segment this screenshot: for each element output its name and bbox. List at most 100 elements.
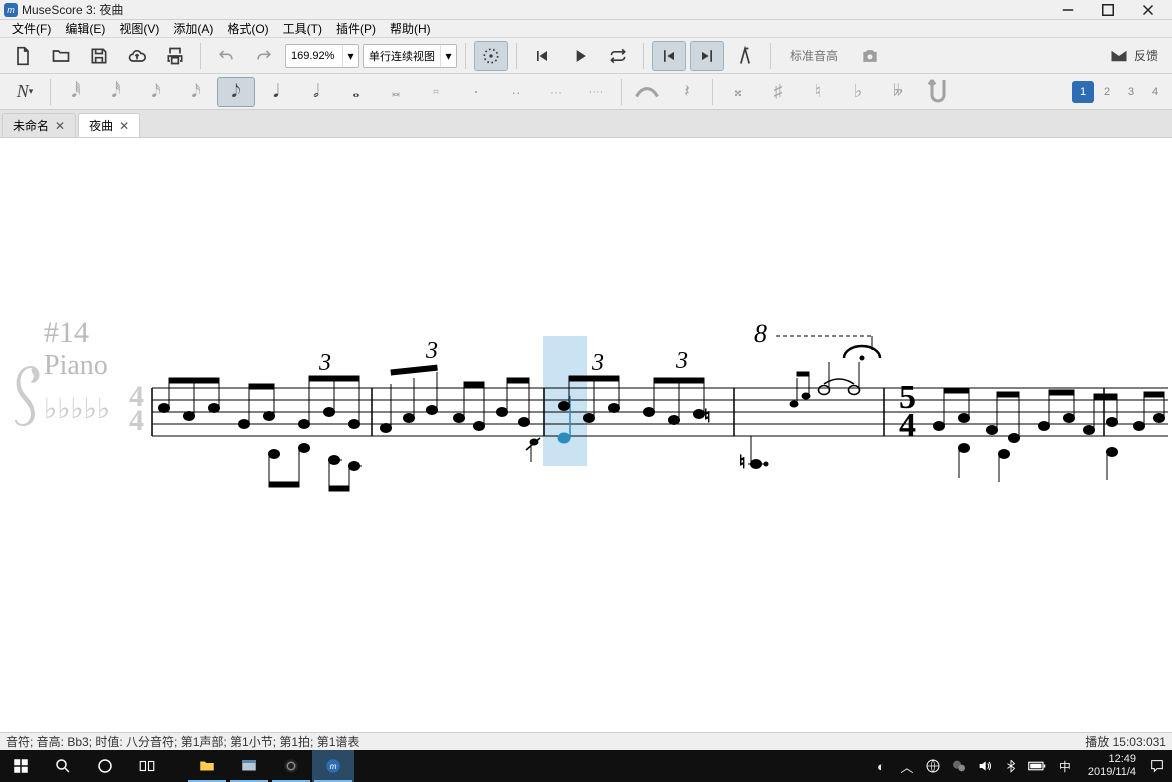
score-view[interactable]: #14 Piano ♭♭♭♭♭ 4 4 3 3 3 3 bbox=[4, 318, 1168, 538]
metronome-button[interactable] bbox=[474, 41, 508, 71]
chevron-down-icon[interactable]: ▾ bbox=[342, 45, 358, 67]
menu-view[interactable]: 视图(V) bbox=[113, 20, 165, 37]
zoom-combo[interactable]: ▾ bbox=[285, 44, 359, 68]
network-icon[interactable] bbox=[922, 750, 944, 782]
tray-chevron-up-icon[interactable]: ︿ bbox=[896, 750, 918, 782]
voice-1-button[interactable]: 1 bbox=[1072, 81, 1094, 103]
chevron-down-icon[interactable]: ▾ bbox=[440, 45, 456, 67]
voice-2-button[interactable]: 2 bbox=[1096, 81, 1118, 103]
duration-half-button[interactable]: 𝅗𝅥 bbox=[297, 77, 335, 107]
close-button[interactable] bbox=[1128, 0, 1168, 20]
rewind-button[interactable] bbox=[525, 41, 559, 71]
play-button[interactable] bbox=[563, 41, 597, 71]
duration-32nd-button[interactable]: 𝅘𝅥𝅰 bbox=[97, 77, 135, 107]
tab-label: 夜曲 bbox=[89, 117, 113, 134]
wechat-tray-icon[interactable] bbox=[948, 750, 970, 782]
flat-button[interactable]: ♭ bbox=[839, 77, 877, 107]
triple-dot-button[interactable]: ··· bbox=[537, 77, 575, 107]
menu-format[interactable]: 格式(O) bbox=[221, 20, 274, 37]
menu-add[interactable]: 添加(A) bbox=[167, 20, 219, 37]
document-tab[interactable]: 夜曲 ✕ bbox=[78, 113, 140, 137]
view-mode-label: 单行连续视图 bbox=[364, 48, 440, 64]
redo-button[interactable] bbox=[247, 41, 281, 71]
concert-pitch-field[interactable] bbox=[779, 44, 849, 68]
start-button[interactable] bbox=[0, 750, 42, 782]
screenshot-button[interactable] bbox=[853, 41, 887, 71]
duration-longa-button[interactable]: 𝆸 bbox=[417, 77, 455, 107]
app-taskbar-icon[interactable] bbox=[228, 750, 270, 782]
taskbar-clock[interactable]: 12:49 2019/11/4 bbox=[1082, 753, 1142, 779]
zoom-input[interactable] bbox=[286, 44, 342, 68]
window-titlebar: m MuseScore 3: 夜曲 bbox=[0, 0, 1172, 20]
duration-8th-button[interactable]: 𝅘𝅥𝅮 bbox=[217, 77, 255, 107]
ime-indicator[interactable]: 中 bbox=[1052, 750, 1078, 782]
voice-3-button[interactable]: 3 bbox=[1120, 81, 1142, 103]
system-tray: ◐ ︿ 中 12:49 2019/11/4 bbox=[866, 750, 1172, 782]
mail-icon bbox=[1110, 47, 1128, 65]
obs-taskbar-icon[interactable] bbox=[270, 750, 312, 782]
svg-text:♮: ♮ bbox=[704, 406, 710, 426]
menu-help[interactable]: 帮助(H) bbox=[384, 20, 437, 37]
loop-button[interactable] bbox=[601, 41, 635, 71]
duration-quarter-button[interactable]: 𝅘𝅥 bbox=[257, 77, 295, 107]
clock-time: 12:49 bbox=[1088, 753, 1136, 766]
close-tab-icon[interactable]: ✕ bbox=[119, 119, 129, 133]
sharp-button[interactable]: ♯ bbox=[759, 77, 797, 107]
explorer-taskbar-icon[interactable] bbox=[186, 750, 228, 782]
flip-button[interactable] bbox=[919, 77, 957, 107]
close-tab-icon[interactable]: ✕ bbox=[55, 119, 65, 133]
rest-button[interactable]: 𝄽 bbox=[668, 77, 706, 107]
feedback-label: 反馈 bbox=[1134, 47, 1158, 64]
loop-out-button[interactable] bbox=[690, 41, 724, 71]
duration-16th-button[interactable]: 𝅘𝅥𝅯 bbox=[137, 77, 175, 107]
app-icon: m bbox=[4, 3, 18, 17]
duration-64th-button[interactable]: 𝅘𝅥𝅱 bbox=[57, 77, 95, 107]
instrument-label: Piano bbox=[44, 350, 108, 381]
action-center-icon[interactable] bbox=[1146, 750, 1168, 782]
maximize-button[interactable] bbox=[1088, 0, 1128, 20]
volume-icon[interactable] bbox=[974, 750, 996, 782]
menu-tools[interactable]: 工具(T) bbox=[277, 20, 328, 37]
bluetooth-tray-icon[interactable] bbox=[1000, 750, 1022, 782]
task-view-button[interactable] bbox=[126, 750, 168, 782]
natural-button[interactable]: ♮ bbox=[799, 77, 837, 107]
status-bar: 音符; 音高: Bb3; 时值: 八分音符; 第1声部; 第1小节; 第1拍; … bbox=[0, 732, 1172, 750]
menu-edit[interactable]: 编辑(E) bbox=[59, 20, 111, 37]
double-dot-button[interactable]: ·· bbox=[497, 77, 535, 107]
open-file-button[interactable] bbox=[44, 41, 78, 71]
musescore-taskbar-icon[interactable]: m bbox=[312, 750, 354, 782]
loop-in-button[interactable] bbox=[652, 41, 686, 71]
document-tab[interactable]: 未命名 ✕ bbox=[2, 113, 76, 137]
cortana-button[interactable] bbox=[84, 750, 126, 782]
menu-file[interactable]: 文件(F) bbox=[6, 20, 57, 37]
dot-button[interactable]: · bbox=[457, 77, 495, 107]
duration-16th-dotted-button[interactable]: 𝅘𝅥𝅯 bbox=[177, 77, 215, 107]
duration-breve-button[interactable]: 𝅜 bbox=[377, 77, 415, 107]
score-canvas[interactable]: #14 Piano ♭♭♭♭♭ 4 4 3 3 3 3 bbox=[0, 138, 1172, 750]
feedback-link[interactable]: 反馈 bbox=[1110, 47, 1166, 65]
print-button[interactable] bbox=[158, 41, 192, 71]
duration-whole-button[interactable]: 𝅝 bbox=[337, 77, 375, 107]
menu-plugins[interactable]: 插件(P) bbox=[330, 20, 382, 37]
tray-app-icon[interactable]: ◐ bbox=[870, 750, 892, 782]
svg-text:♭♭♭♭♭: ♭♭♭♭♭ bbox=[44, 393, 110, 424]
undo-button[interactable] bbox=[209, 41, 243, 71]
time-sig-denominator: 4 bbox=[899, 407, 916, 444]
svg-text:3: 3 bbox=[425, 338, 438, 364]
double-flat-button[interactable]: 𝄫 bbox=[879, 77, 917, 107]
double-sharp-button[interactable]: 𝄪 bbox=[719, 77, 757, 107]
cloud-save-button[interactable] bbox=[120, 41, 154, 71]
battery-icon[interactable] bbox=[1026, 750, 1048, 782]
minimize-button[interactable] bbox=[1048, 0, 1088, 20]
search-button[interactable] bbox=[42, 750, 84, 782]
view-mode-combo[interactable]: 单行连续视图 ▾ bbox=[363, 44, 457, 68]
note-input-mode-button[interactable]: N▾ bbox=[6, 77, 44, 107]
tie-button[interactable] bbox=[628, 77, 666, 107]
new-file-button[interactable] bbox=[6, 41, 40, 71]
svg-text:4: 4 bbox=[129, 404, 144, 437]
count-in-button[interactable] bbox=[728, 41, 762, 71]
quad-dot-button[interactable]: ···· bbox=[577, 77, 615, 107]
voice-4-button[interactable]: 4 bbox=[1144, 81, 1166, 103]
system-index-label: #14 bbox=[44, 318, 89, 349]
save-button[interactable] bbox=[82, 41, 116, 71]
